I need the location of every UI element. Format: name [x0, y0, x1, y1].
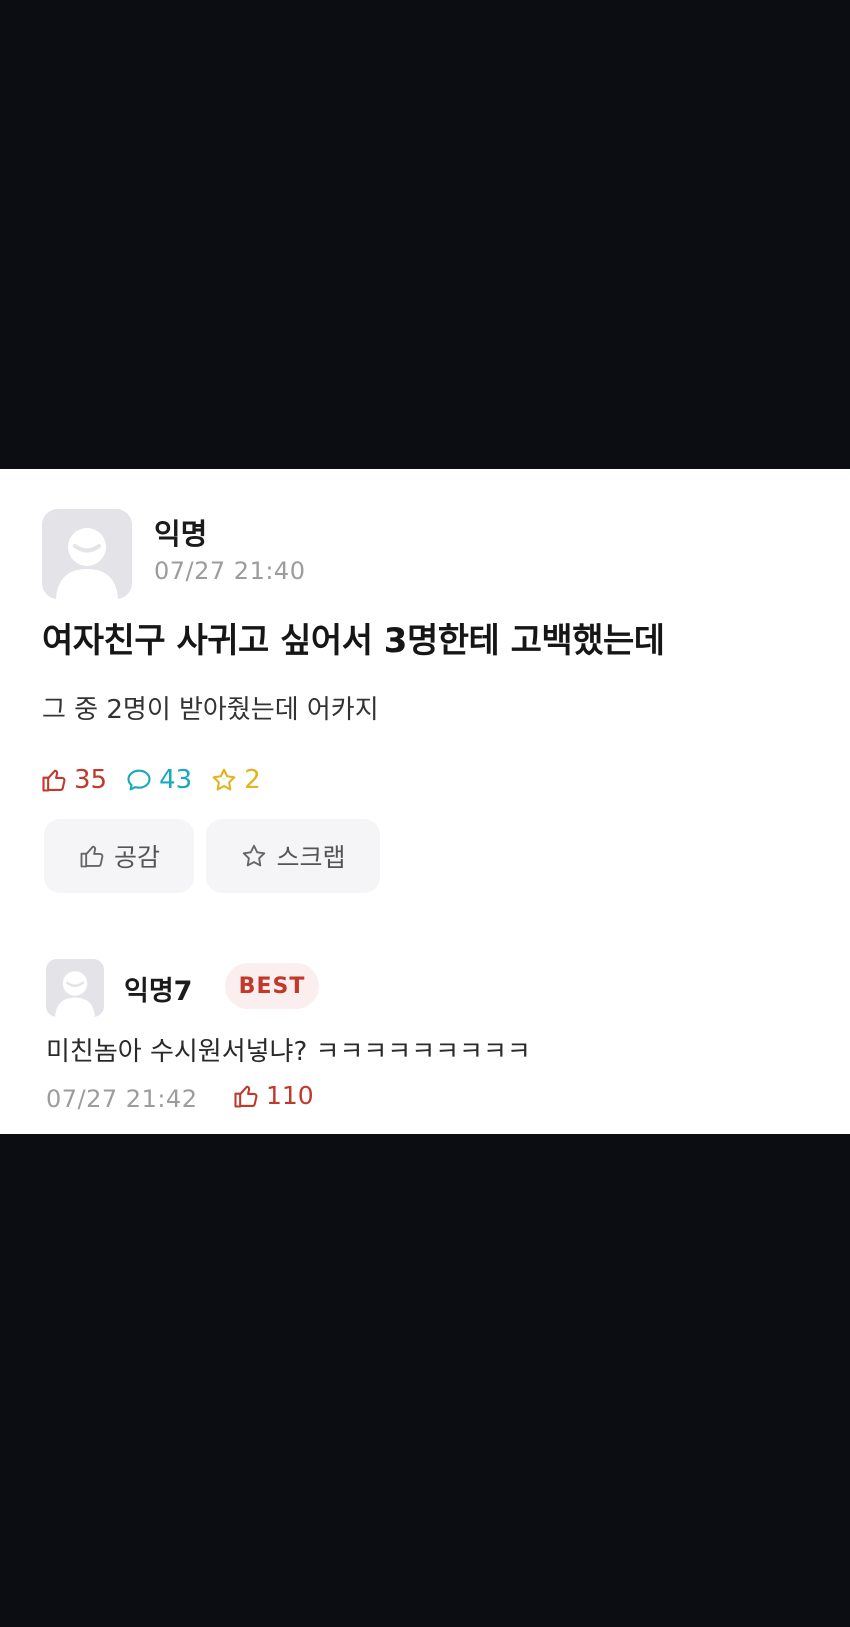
post-author-avatar[interactable]	[42, 509, 132, 599]
scrap-count-value: 2	[244, 765, 261, 795]
star-icon	[212, 768, 236, 791]
like-button[interactable]: 공감	[44, 819, 194, 893]
scrap-button[interactable]: 스크랩	[206, 819, 380, 893]
comment-count: 43	[125, 765, 192, 795]
speech-bubble-icon	[127, 769, 151, 791]
scrap-count: 2	[210, 765, 261, 795]
post-title: 여자친구 사귀고 싶어서 3명한테 고백했는데	[42, 621, 665, 661]
star-icon	[243, 844, 266, 867]
comment-text: 미친놈아 수시원서넣냐? ㅋㅋㅋㅋㅋㅋㅋㅋㅋ	[46, 1037, 531, 1067]
comment-timestamp: 07/27 21:42	[46, 1085, 198, 1113]
comment-author-avatar[interactable]	[46, 959, 104, 1017]
post-author-name: 익명	[154, 517, 208, 551]
thumbs-up-icon	[234, 1085, 258, 1108]
post-card: 익명 07/27 21:40 여자친구 사귀고 싶어서 3명한테 고백했는데 그…	[0, 469, 850, 1134]
like-count: 35	[40, 765, 107, 795]
comment-author-name: 익명7	[124, 976, 193, 1007]
comment-like-button[interactable]: 110	[232, 1081, 314, 1110]
like-count-value: 35	[74, 765, 108, 795]
like-button-label: 공감	[113, 843, 160, 872]
best-badge: BEST	[225, 963, 319, 1009]
default-avatar-icon	[42, 509, 132, 599]
post-body: 그 중 2명이 받아줬는데 어카지	[42, 695, 379, 725]
post-timestamp: 07/27 21:40	[154, 557, 306, 585]
comment-like-count: 110	[266, 1081, 314, 1110]
post-stats: 35 43 2	[40, 765, 279, 795]
thumbs-up-icon	[42, 769, 66, 792]
scrap-button-label: 스크랩	[276, 843, 346, 872]
comment-count-value: 43	[159, 765, 193, 795]
default-avatar-icon	[46, 959, 104, 1017]
thumbs-up-icon	[80, 845, 104, 868]
